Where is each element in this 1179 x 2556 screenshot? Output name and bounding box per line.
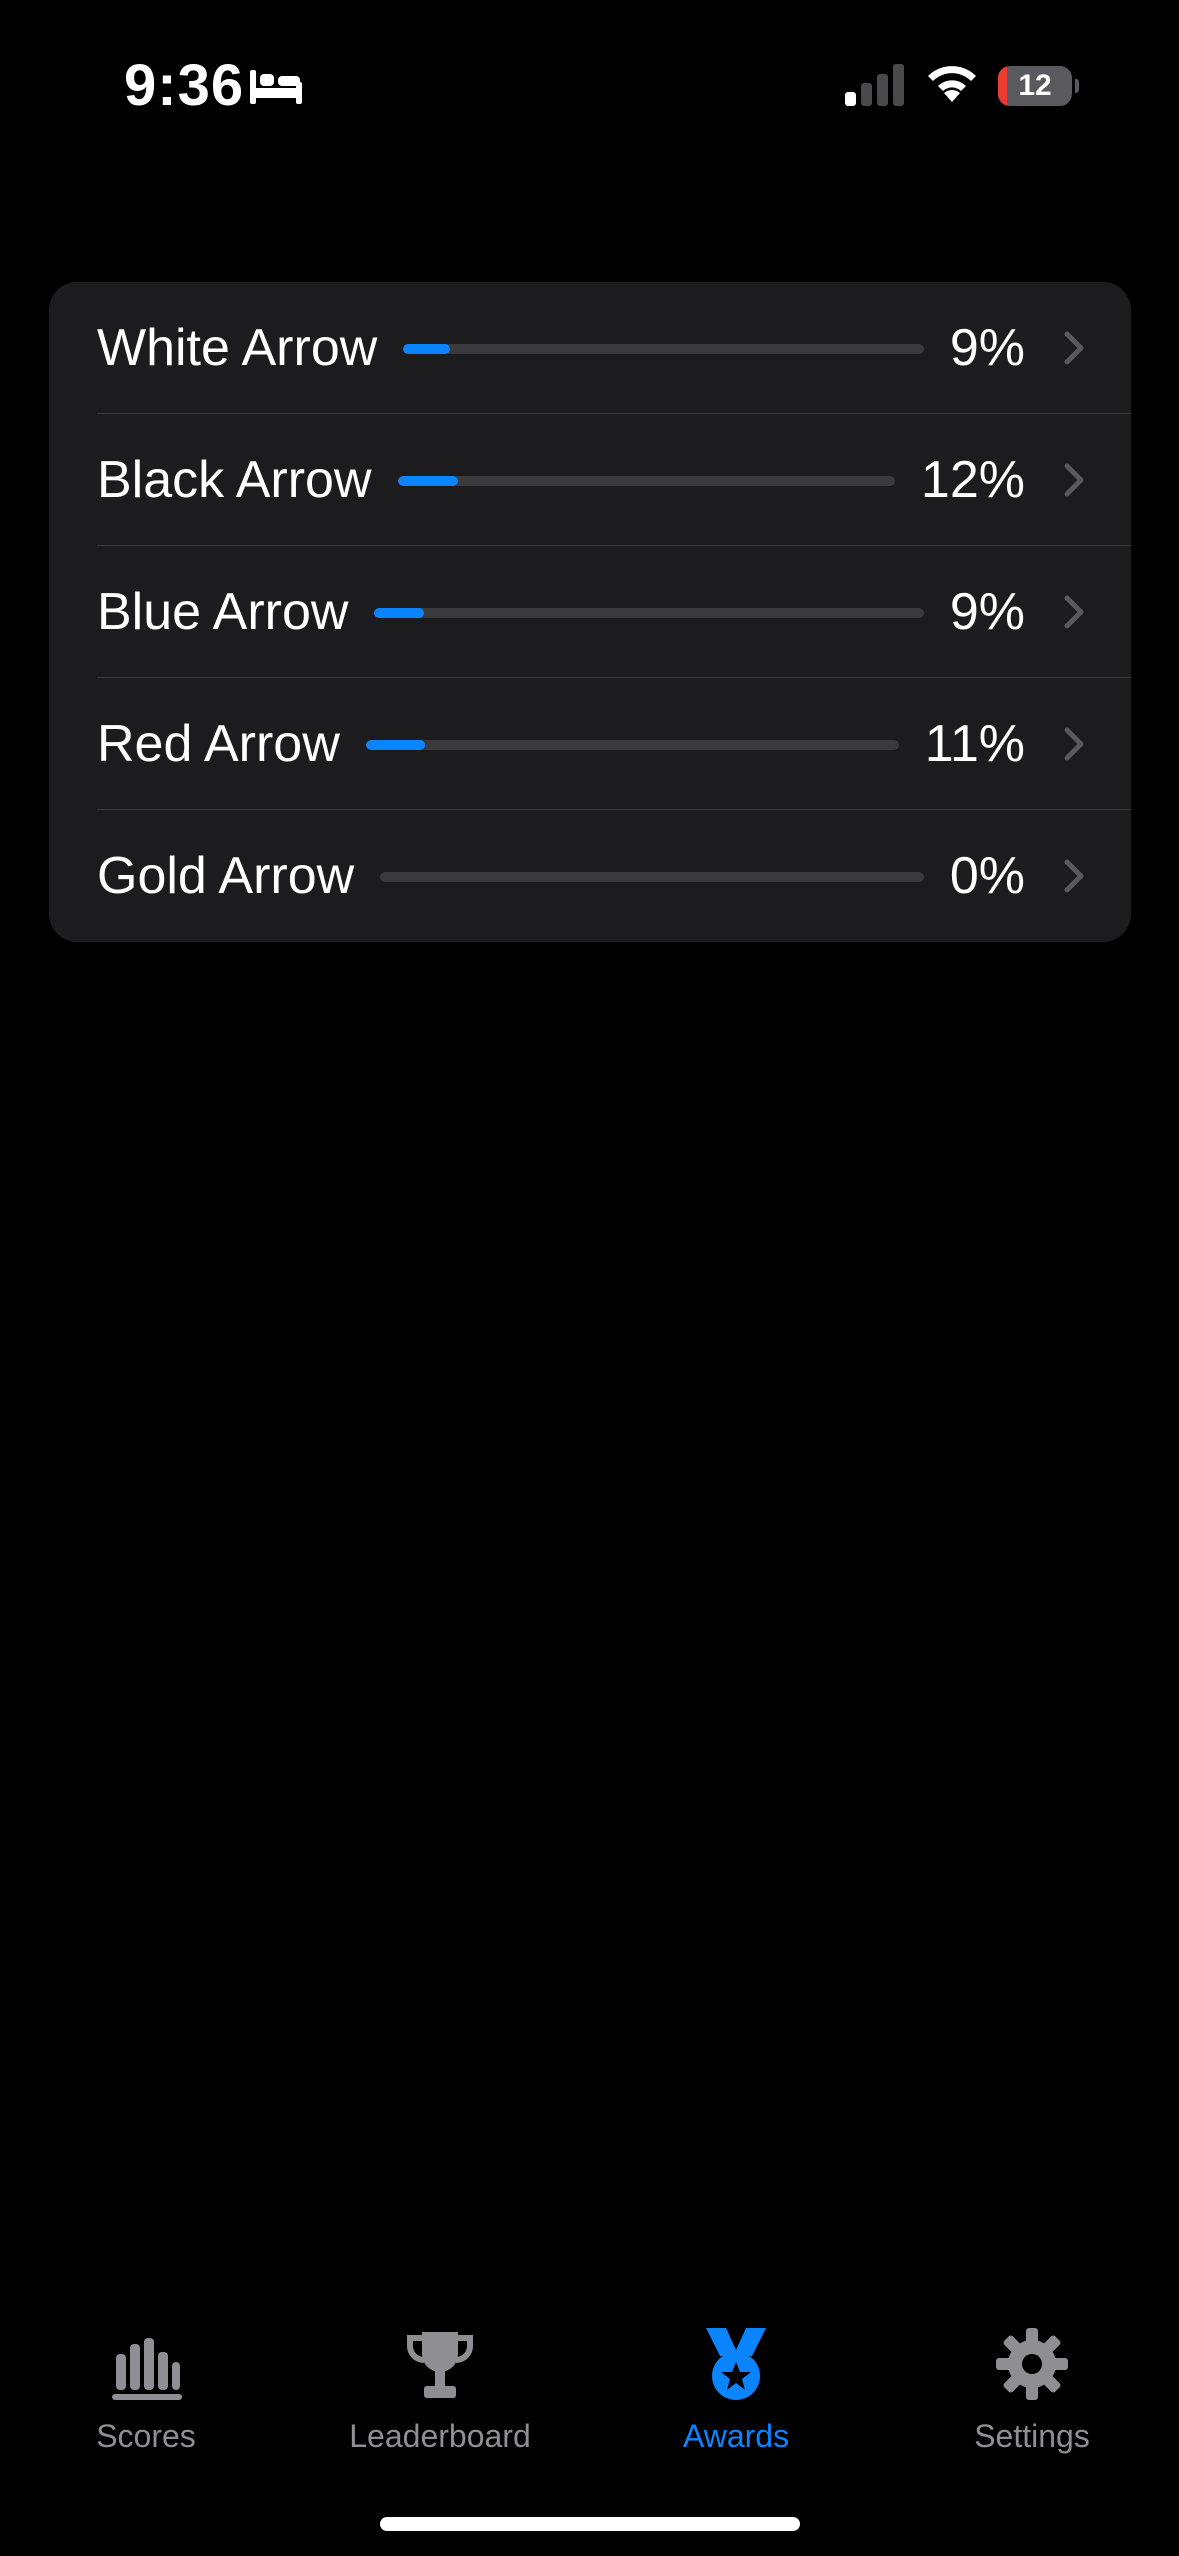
- signal-icon: [845, 64, 904, 106]
- award-percentage: 11%: [924, 715, 1025, 773]
- award-row[interactable]: Black Arrow 12%: [49, 414, 1131, 546]
- award-progress-fill: [366, 740, 425, 750]
- award-percentage: 9%: [949, 583, 1025, 641]
- chevron-right-icon: [1064, 859, 1084, 893]
- tab-label-settings: Settings: [974, 2418, 1090, 2454]
- tab-awards[interactable]: Awards: [616, 2300, 856, 2460]
- tab-settings[interactable]: Settings: [912, 2300, 1152, 2460]
- chevron-right-icon: [1064, 595, 1084, 629]
- chevron-right-icon: [1064, 463, 1084, 497]
- chevron-right-icon: [1064, 727, 1084, 761]
- tab-leaderboard[interactable]: Leaderboard: [320, 2300, 560, 2460]
- award-percentage: 9%: [949, 319, 1025, 377]
- trophy-icon: [407, 2332, 473, 2398]
- bed-icon: [250, 70, 302, 104]
- award-row[interactable]: Gold Arrow 0%: [49, 810, 1131, 942]
- award-progress-bar: [398, 476, 895, 486]
- award-percentage: 12%: [920, 451, 1025, 509]
- award-row[interactable]: White Arrow 9%: [49, 282, 1131, 414]
- award-label: Blue Arrow: [97, 583, 349, 641]
- award-label: Red Arrow: [97, 715, 340, 773]
- wifi-icon: [928, 66, 976, 102]
- tab-label-awards: Awards: [682, 2418, 790, 2454]
- award-progress-fill: [374, 608, 424, 618]
- award-progress-fill: [403, 344, 450, 354]
- award-label: Black Arrow: [97, 451, 372, 509]
- medal-icon: [706, 2328, 766, 2400]
- home-indicator[interactable]: [380, 2517, 800, 2531]
- award-progress-bar: [366, 740, 899, 750]
- award-row[interactable]: Blue Arrow 9%: [49, 546, 1131, 678]
- award-label: White Arrow: [97, 319, 378, 377]
- tab-label-leaderboard: Leaderboard: [349, 2418, 531, 2454]
- award-progress-fill: [398, 476, 458, 486]
- status-time: 9:36: [124, 53, 245, 118]
- award-percentage: 0%: [949, 847, 1025, 905]
- battery-level: 12: [1018, 69, 1052, 102]
- chevron-right-icon: [1064, 331, 1084, 365]
- tab-scores[interactable]: Scores: [26, 2300, 266, 2460]
- award-progress-bar: [380, 872, 924, 882]
- award-progress-bar: [374, 608, 924, 618]
- award-progress-bar: [403, 344, 924, 354]
- awards-list: White Arrow 9% Black Arrow 12% Blue Arrow 9% R…: [49, 282, 1131, 942]
- chart-bar-icon: [112, 2338, 182, 2400]
- tab-label-scores: Scores: [96, 2418, 196, 2454]
- tab-bar: Scores Leaderboard Awards Settings: [0, 2300, 1179, 2500]
- status-bar: 9:36 12: [0, 0, 1179, 170]
- gear-icon: [996, 2328, 1068, 2400]
- award-label: Gold Arrow: [97, 847, 355, 905]
- battery-indicator: 12: [998, 66, 1079, 106]
- award-row[interactable]: Red Arrow 11%: [49, 678, 1131, 810]
